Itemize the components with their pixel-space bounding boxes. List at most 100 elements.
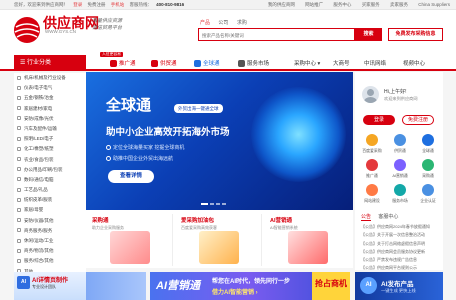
top-login-link[interactable]: 登录 <box>73 2 82 7</box>
category-menu-button[interactable]: ☰ 行业分类 <box>14 55 86 71</box>
category-label: 商务/物流/其他 <box>24 248 54 254</box>
category-label: 数码/通信/电脑 <box>24 176 54 182</box>
category-icon <box>17 177 21 182</box>
nav-item-promotion[interactable]: 推广通 <box>110 59 136 67</box>
ai-icon <box>394 159 406 171</box>
search-input[interactable] <box>202 31 352 39</box>
carousel-dot[interactable] <box>201 203 208 205</box>
nav-item-video[interactable]: 视频中心 <box>403 59 425 67</box>
shortcut-global[interactable]: 全球通 <box>414 134 442 158</box>
ad-title: AI发布产品 <box>381 281 414 288</box>
ad-grab-opportunity[interactable]: 抢占商机 <box>312 272 350 300</box>
category-item[interactable]: 纺织皮革/服装 <box>14 195 86 205</box>
category-item[interactable]: 仪表/电子电气 <box>14 83 86 93</box>
category-item[interactable]: 机床/机械及行业设备 <box>14 73 86 83</box>
search-tab-product[interactable]: 产品 <box>200 20 210 26</box>
promo-card-ai-marketing[interactable]: AI营销通 AI智能营销系统 <box>266 214 351 266</box>
top-link-english[interactable]: China Suppliers <box>418 2 450 7</box>
nav-item-big-brand[interactable]: 大商号 <box>333 59 350 67</box>
tab-customer-service[interactable]: 客服中心 <box>378 214 398 220</box>
category-label: 行业分类 <box>27 60 52 66</box>
category-item[interactable]: 办公用品/印刷/包装 <box>14 165 86 175</box>
category-item[interactable]: 服务/综合/其他 <box>14 256 86 266</box>
ad-image-strip[interactable] <box>86 272 146 300</box>
nav-item-label: 采购中心 <box>294 61 317 67</box>
notice-item[interactable]: 【公告】供应商网2024年春节放假通知 <box>361 223 441 231</box>
promo-card-title: AI营销通 <box>270 218 293 224</box>
category-icon <box>17 75 21 80</box>
category-item[interactable]: 安防/仪器/其他 <box>14 216 86 226</box>
shortcut-label: 全球通 <box>422 148 434 153</box>
publish-purchase-button[interactable]: 免费发布采购信息 <box>388 28 443 41</box>
carousel-dot[interactable] <box>216 203 220 205</box>
category-item[interactable]: 汽车及配件/运输 <box>14 124 86 134</box>
category-label: 家居建材/家电 <box>24 105 53 111</box>
notice-item[interactable]: 【公告】供应商网会员服务协议更新 <box>361 248 441 256</box>
shortcut-promotion[interactable]: 推广通 <box>358 159 386 183</box>
logo-url: WWW.GYS.CN <box>45 29 76 34</box>
hero-banner[interactable]: 全球通 外贸出海一键通全球 助中小企业高效开拓海外市场 定位全球海量买家 挖掘全… <box>86 72 353 210</box>
category-item[interactable]: 休闲/运动/工业 <box>14 236 86 246</box>
category-item[interactable]: 化工/橡塑/纸塑 <box>14 144 86 154</box>
ad-title: AI详情页制作 <box>32 278 69 284</box>
category-item[interactable]: 安防/成像/光伏 <box>14 114 86 124</box>
promo-card-purchase[interactable]: 采购通 助力企业采购服务 <box>88 214 173 266</box>
category-icon <box>17 207 21 212</box>
ai-badge-icon: AI <box>360 277 377 294</box>
notice-item[interactable]: 【公告】关于开展一次信息整治活动 <box>361 231 441 239</box>
shortcut-service-market[interactable]: 服务市场 <box>386 184 414 208</box>
login-button[interactable]: 登录 <box>363 115 395 125</box>
top-link-buyer[interactable]: 买家服务 <box>362 2 380 7</box>
tab-announcement[interactable]: 公告 <box>361 214 372 221</box>
category-item[interactable]: 商务服务/服务 <box>14 226 86 236</box>
ad-ai-detail-page[interactable]: AI AI详情页制作 专业设计团队 <box>14 272 86 300</box>
ad-ai-publish[interactable]: AI AI发布产品 一键生成 更快上线 <box>355 272 443 300</box>
shortcut-label: 采购通 <box>422 173 434 178</box>
category-label: 安防/仪器/其他 <box>24 217 54 223</box>
shortcut-certification[interactable]: 企业认证 <box>414 184 442 208</box>
category-item[interactable]: 五金/钢铁/冶金 <box>14 93 86 103</box>
shortcut-label: 推广通 <box>366 173 378 178</box>
notice-item[interactable]: 【公告】关于打击网络虚假信息声明 <box>361 240 441 248</box>
search-tab-company[interactable]: 公司 <box>218 20 228 26</box>
carousel-dot[interactable] <box>210 203 214 205</box>
promo-card-aicaigou[interactable]: 爱采购加油包 百度爱采购高效获客 <box>177 214 262 266</box>
top-link-promotion[interactable]: 网站推广 <box>305 2 323 7</box>
nav-item-zhongxun[interactable]: 中讯网络 <box>364 59 386 67</box>
top-link-seller[interactable]: 卖家服务 <box>390 2 408 7</box>
category-item[interactable]: 数码/通信/电脑 <box>14 175 86 185</box>
category-item[interactable]: 照明/LED/电子 <box>14 134 86 144</box>
nav-item-global[interactable]: 全球通 <box>194 59 220 67</box>
banner-bullet-1: 定位全球海量买家 挖掘全球商机 <box>106 144 184 151</box>
category-icon <box>17 85 21 90</box>
nav-item-service-market[interactable]: 服务市场 <box>238 59 269 67</box>
category-item[interactable]: 工艺品/礼品 <box>14 185 86 195</box>
top-register-link[interactable]: 免费注册 <box>88 2 106 7</box>
shortcut-purchase[interactable]: 采购通 <box>414 159 442 183</box>
shortcut-aicaigou[interactable]: 百度爱采购 <box>358 134 386 158</box>
slogan-line-1: 海量供应资源 <box>92 18 123 24</box>
banner-detail-button[interactable]: 查看详情 <box>108 170 154 183</box>
top-link-service[interactable]: 服务中心 <box>333 2 351 7</box>
category-item[interactable]: 家居/母婴 <box>14 205 86 215</box>
carousel-dot[interactable] <box>222 203 226 205</box>
search-tab-purchase[interactable]: 求购 <box>237 20 247 26</box>
notice-panel: 公告 客服中心 【公告】供应商网2024年春节放假通知 【公告】关于开展一次信息… <box>355 210 443 270</box>
shortcut-ai-marketing[interactable]: AI营销通 <box>386 159 414 183</box>
logo-globe-icon[interactable] <box>12 15 42 45</box>
top-link-my[interactable]: 我的供应商网 <box>268 2 295 7</box>
register-button[interactable]: 免费注册 <box>402 115 434 125</box>
aicaigou-icon <box>366 134 378 146</box>
notice-item[interactable]: 【公告】严禁发布违规广告信息 <box>361 256 441 264</box>
mobile-site-link[interactable]: 手机站 <box>111 2 125 7</box>
nav-item-supply-trade[interactable]: 供贸通 <box>151 59 177 67</box>
shortcut-supply-trade[interactable]: 供贸通 <box>386 134 414 158</box>
category-item[interactable]: 商务/物流/其他 <box>14 246 86 256</box>
nav-item-purchase-center[interactable]: 采购中心 ▾ <box>294 59 320 67</box>
category-item[interactable]: 农业/食品/包装 <box>14 155 86 165</box>
user-greeting: Hi,上午好! <box>384 89 407 95</box>
search-button[interactable]: 搜索 <box>355 28 382 41</box>
avatar <box>362 86 379 103</box>
shortcut-website[interactable]: 网站建设 <box>358 184 386 208</box>
category-item[interactable]: 家居建材/家电 <box>14 104 86 114</box>
